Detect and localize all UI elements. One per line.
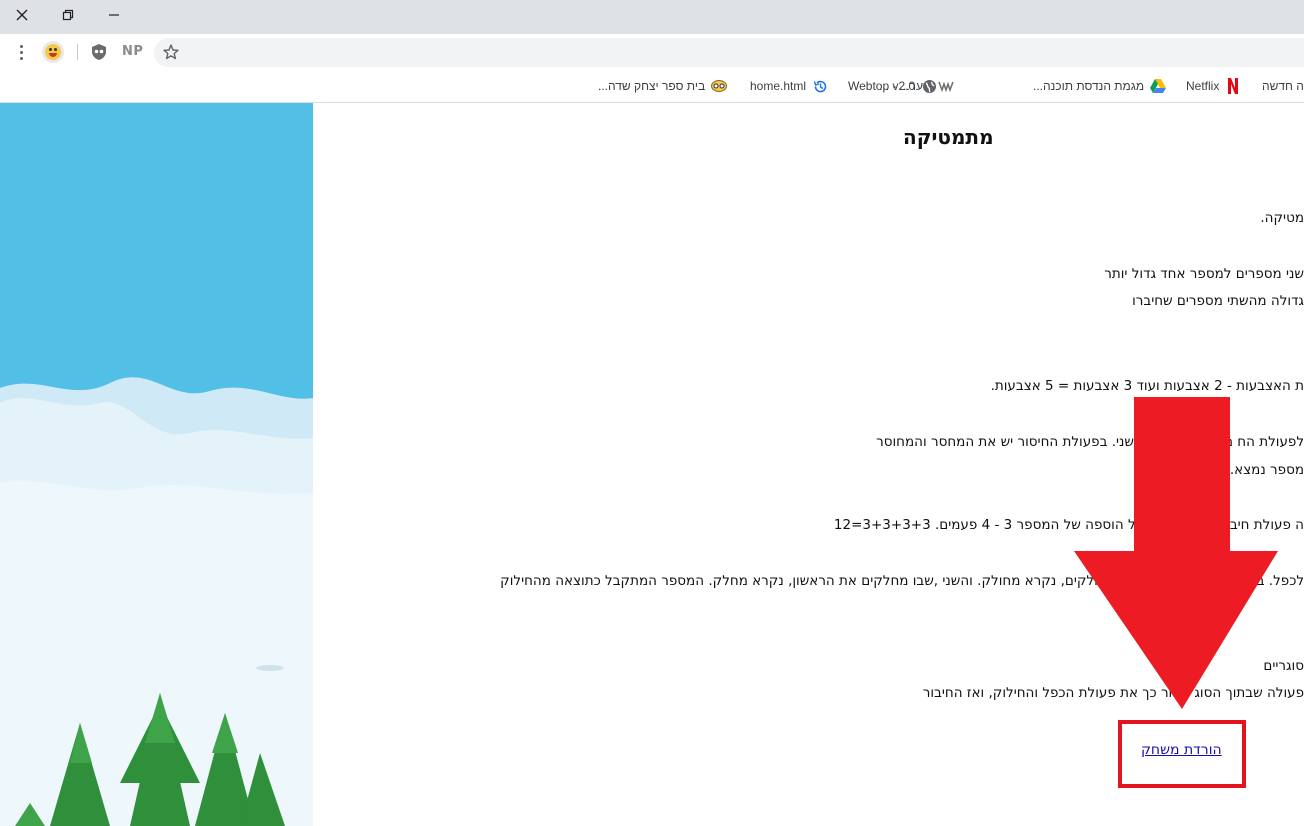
bookmark-netflix[interactable]: Netflix <box>1186 77 1241 95</box>
restore-icon[interactable] <box>48 2 88 28</box>
bookmark-home[interactable]: home.html <box>750 77 828 95</box>
bookmark-label: home.html <box>750 79 807 93</box>
school-icon <box>711 78 728 94</box>
minimize-icon[interactable] <box>94 2 134 28</box>
bookmark-school[interactable]: בית ספר יצחק שדה... <box>598 77 728 95</box>
shield-extension-icon[interactable] <box>90 43 108 61</box>
text-line: מטיקה. <box>1260 210 1304 226</box>
bookmark-new-tab[interactable]: ה חדשה <box>1262 77 1304 95</box>
red-arrow-annotation <box>1074 397 1278 709</box>
close-icon[interactable] <box>2 2 42 28</box>
bookmark-webtop[interactable]: Webtop v2.0 <box>848 77 937 95</box>
bookmark-label: בית ספר יצחק שדה... <box>598 79 706 93</box>
text-line: גדולה מהשתי מספרים שחיברו <box>1132 293 1304 309</box>
menu-icon[interactable] <box>12 42 30 62</box>
netflix-icon <box>1225 78 1241 94</box>
page-title: מתמטיקה <box>903 125 994 149</box>
star-icon[interactable] <box>162 43 180 61</box>
background-scenery-image <box>0 103 313 826</box>
bookmark-label: מגמת הנדסת תוכנה... <box>1033 79 1145 93</box>
window-title-bar <box>0 0 1304 34</box>
download-game-link[interactable]: הורדת משחק <box>1141 742 1222 758</box>
toolbar-divider <box>77 44 78 60</box>
bookmarks-bar: ה חדשה Netflix מגמת הנדסת תוכנה... שער..… <box>0 70 1304 103</box>
address-bar[interactable] <box>154 38 1304 67</box>
text-line: ת האצבעות - 2 אצבעות ועוד 3 אצבעות = 5 א… <box>990 378 1304 394</box>
np-extension-icon[interactable]: NP <box>122 44 143 59</box>
bookmark-label: Webtop v2.0 <box>848 79 916 93</box>
google-drive-icon <box>1150 78 1167 94</box>
text-line: שני מספרים למספר אחד גדול יותר <box>1104 266 1304 282</box>
bookmark-label: Netflix <box>1186 79 1220 93</box>
history-icon <box>812 78 828 94</box>
globe-icon <box>921 78 937 94</box>
emoji-extension-icon[interactable] <box>42 41 64 63</box>
portal-icon <box>938 78 954 94</box>
browser-toolbar: NP <box>0 34 1304 70</box>
bookmark-software-engineering[interactable]: מגמת הנדסת תוכנה... <box>1033 77 1167 95</box>
bookmark-label: ה חדשה <box>1262 79 1304 93</box>
